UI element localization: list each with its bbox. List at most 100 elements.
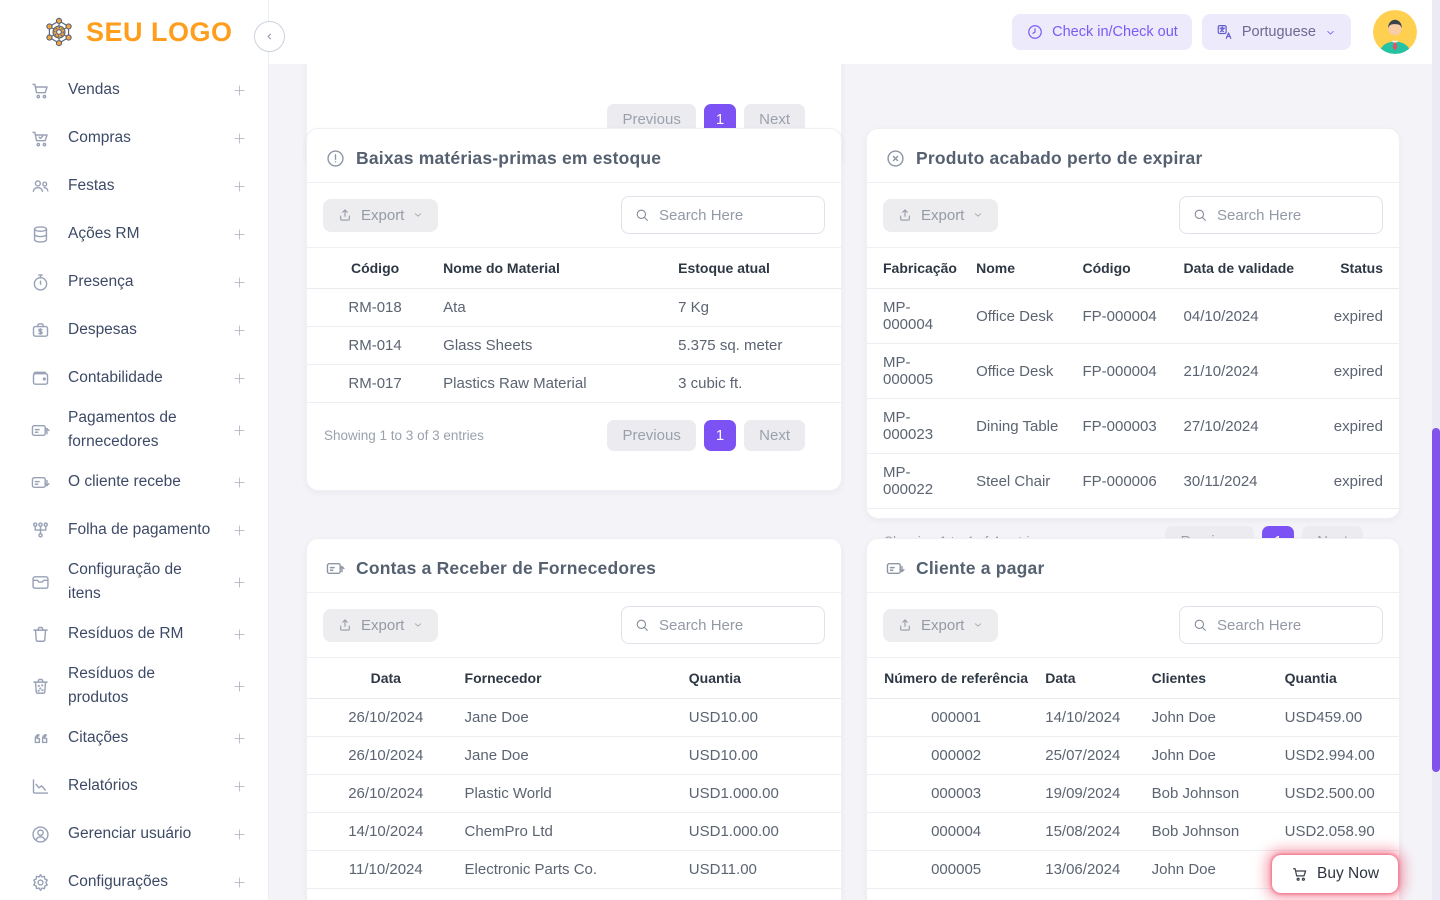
sidebar-item-pagamentos-fornecedores[interactable]: Pagamentos de fornecedores [30, 402, 248, 458]
plus-icon[interactable] [231, 730, 248, 747]
sidebar-item-despesas[interactable]: Despesas [30, 306, 248, 354]
column-header: Número de referência [867, 658, 1037, 699]
column-header: Código [1074, 248, 1175, 289]
sidebar-item-citacoes[interactable]: Citações [30, 714, 248, 762]
cell: John Doe [1144, 737, 1277, 775]
cell: Electronic Parts Co. [457, 851, 681, 889]
cell: Office Desk [968, 289, 1074, 344]
search-input[interactable] [1217, 207, 1370, 224]
sidebar-item-residuos-rm[interactable]: Resíduos de RM [30, 610, 248, 658]
cell: USD459.00 [1277, 699, 1399, 737]
language-dropdown[interactable]: Portuguese [1202, 14, 1351, 50]
plus-icon[interactable] [231, 322, 248, 339]
sidebar-item-label: Pagamentos de fornecedores [68, 402, 214, 458]
sidebar-item-gerenciar-usuario[interactable]: Gerenciar usuário [30, 810, 248, 858]
plus-icon[interactable] [231, 370, 248, 387]
sidebar-item-label: Compras [68, 122, 214, 154]
page-number-button[interactable]: 1 [704, 420, 736, 451]
table-row: 000003 19/09/2024 Bob Johnson USD2.500.0… [867, 775, 1399, 813]
entries-summary: Showing 1 to 3 of 3 entries [324, 428, 484, 443]
column-header: Nome do Material [435, 248, 670, 289]
plus-icon[interactable] [231, 826, 248, 843]
plus-icon[interactable] [231, 226, 248, 243]
cell: USD2.000.00 [681, 889, 841, 900]
search-input[interactable] [659, 207, 812, 224]
upload-icon [337, 617, 353, 633]
table-row: 000004 15/08/2024 Bob Johnson USD2.058.9… [867, 813, 1399, 851]
cell: MP-000022 [867, 454, 968, 509]
cell: Steel Chair [968, 454, 1074, 509]
sidebar-item-vendas[interactable]: Vendas [30, 66, 248, 114]
logo: SEU LOGO [0, 0, 268, 64]
cell: Bob Johnson [1144, 813, 1277, 851]
status-cell: expired [1319, 344, 1399, 399]
language-label: Portuguese [1242, 24, 1316, 40]
plus-icon[interactable] [231, 874, 248, 891]
card-title: Cliente a pagar [916, 558, 1044, 579]
previous-page-button[interactable]: Previous [607, 420, 695, 451]
export-button[interactable]: Export [323, 199, 438, 232]
sidebar-item-cliente-recebe[interactable]: O cliente recebe [30, 458, 248, 506]
plus-icon[interactable] [231, 130, 248, 147]
column-header: Status [1319, 248, 1399, 289]
plus-icon[interactable] [231, 678, 248, 695]
sidebar-item-configuracoes[interactable]: Configurações [30, 858, 248, 900]
database-icon [30, 224, 51, 245]
sidebar-collapse-button[interactable] [254, 21, 285, 52]
next-page-button[interactable]: Next [744, 420, 805, 451]
plus-icon[interactable] [231, 626, 248, 643]
cart-icon [1291, 865, 1309, 883]
column-header: Fabricação [867, 248, 968, 289]
cell: ChemPro Ltd [457, 889, 681, 900]
column-header: Quantia [1277, 658, 1399, 699]
scrollbar-track[interactable] [1432, 0, 1440, 900]
check-in-out-button[interactable]: Check in/Check out [1012, 14, 1192, 50]
column-header: Clientes [1144, 658, 1277, 699]
plus-icon[interactable] [231, 474, 248, 491]
sidebar-item-label: Resíduos de RM [68, 618, 214, 650]
plus-icon[interactable] [231, 274, 248, 291]
plus-icon[interactable] [231, 82, 248, 99]
low-stock-table: Código Nome do Material Estoque atual RM… [307, 247, 841, 403]
sidebar-item-residuos-produtos[interactable]: Resíduos de produtos [30, 658, 248, 714]
table-row: 14/09/2024 ChemPro Ltd USD2.000.00 [307, 889, 841, 900]
sidebar-item-presenca[interactable]: Presença [30, 258, 248, 306]
sidebar-item-compras[interactable]: Compras [30, 114, 248, 162]
stopwatch-icon [30, 272, 51, 293]
sidebar-item-contabilidade[interactable]: Contabilidade [30, 354, 248, 402]
sidebar-item-festas[interactable]: Festas [30, 162, 248, 210]
search-box[interactable] [1179, 196, 1383, 234]
plus-icon[interactable] [231, 422, 248, 439]
export-button[interactable]: Export [323, 609, 438, 642]
cell: 30/11/2024 [1176, 454, 1320, 509]
plus-icon[interactable] [231, 778, 248, 795]
plus-icon[interactable] [231, 178, 248, 195]
plus-icon[interactable] [231, 522, 248, 539]
search-box[interactable] [621, 196, 825, 234]
sidebar-item-relatorios[interactable]: Relatórios [30, 762, 248, 810]
cell: 19/09/2024 [1037, 775, 1143, 813]
search-box[interactable] [621, 606, 825, 644]
cell: USD1.000.00 [681, 813, 841, 851]
sidebar-item-label: Gerenciar usuário [68, 818, 214, 850]
sidebar-item-acoes-rm[interactable]: Ações RM [30, 210, 248, 258]
export-button[interactable]: Export [883, 609, 998, 642]
search-input[interactable] [659, 617, 812, 634]
cell: ChemPro Ltd [457, 813, 681, 851]
sidebar-item-label: Festas [68, 170, 214, 202]
search-input[interactable] [1217, 617, 1370, 634]
search-box[interactable] [1179, 606, 1383, 644]
buy-now-button[interactable]: Buy Now [1272, 855, 1398, 893]
sidebar-item-configuracao-itens[interactable]: Configuração de itens [30, 554, 248, 610]
status-cell: expired [1319, 399, 1399, 454]
export-button[interactable]: Export [883, 199, 998, 232]
cell: 14/10/2024 [307, 813, 457, 851]
table-row: RM-014 Glass Sheets 5.375 sq. meter [307, 327, 841, 365]
scrollbar-thumb[interactable] [1432, 428, 1440, 772]
sidebar-item-folha-pagamento[interactable]: Folha de pagamento [30, 506, 248, 554]
avatar[interactable] [1373, 10, 1417, 54]
cell: USD2.500.00 [1277, 775, 1399, 813]
card-low-stock: Baixas matérias-primas em estoque Export… [306, 128, 842, 491]
cell: USD2.994.00 [1277, 737, 1399, 775]
plus-icon[interactable] [231, 574, 248, 591]
